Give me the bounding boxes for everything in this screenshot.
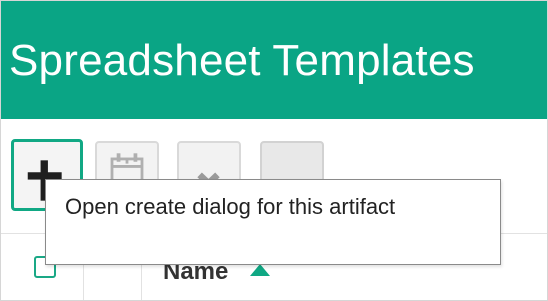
app-frame: Spreadsheet Templates Name Open create d… — [0, 0, 548, 301]
tooltip-text: Open create dialog for this artifact — [65, 194, 396, 219]
tooltip: Open create dialog for this artifact — [45, 179, 501, 265]
page-title: Spreadsheet Templates — [9, 36, 475, 85]
header-bar: Spreadsheet Templates — [1, 1, 547, 119]
